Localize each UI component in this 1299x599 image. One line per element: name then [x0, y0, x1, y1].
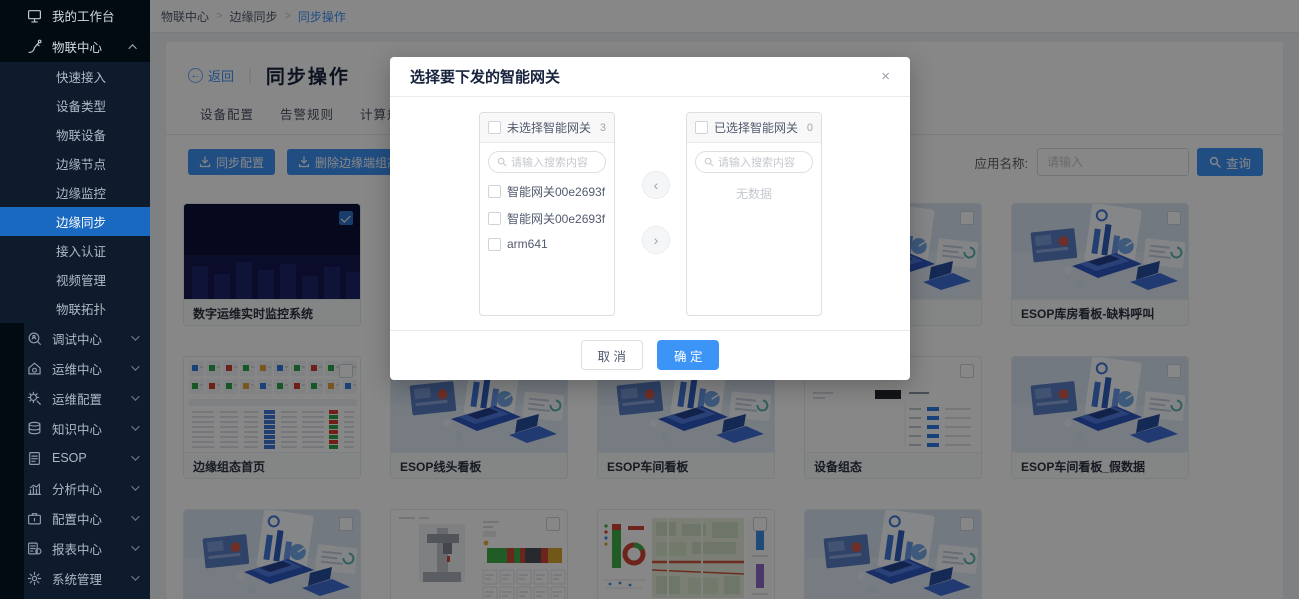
select-all-selected-checkbox[interactable] [695, 121, 708, 134]
panel-header: 已选择智能网关 0 [687, 113, 821, 143]
chevron-down-icon [131, 452, 139, 460]
sidebar-item-物联中心[interactable]: 物联中心 [0, 31, 150, 62]
sidebar-item-我的工作台[interactable]: 我的工作台 [0, 0, 150, 31]
ops-config-icon [27, 391, 42, 406]
sidebar-item-运维中心[interactable]: 运维中心 [0, 353, 150, 383]
gateway-label: 智能网关00e2693f... [507, 210, 606, 227]
sidebar-item-label: 运维中心 [52, 359, 102, 378]
confirm-button[interactable]: 确 定 [657, 340, 719, 370]
sidebar-item-label: 运维配置 [52, 389, 102, 408]
sidebar-item-label: 我的工作台 [52, 6, 115, 25]
sidebar-item-label: 调试中心 [52, 329, 102, 348]
panel-count: 0 [807, 122, 813, 134]
gateway-list: 智能网关00e2693f... 智能网关00e2693f... arm641 [480, 178, 614, 256]
chevron-down-icon [131, 482, 139, 490]
chevron-up-icon [128, 44, 136, 52]
iot-icon [27, 39, 42, 54]
gateway-search-input[interactable]: 请输入搜索内容 [488, 151, 606, 173]
sidebar-item-ESOP[interactable]: ESOP [0, 443, 150, 473]
esop-icon [27, 451, 42, 466]
sidebar-item-报表中心[interactable]: 报表中心 [0, 533, 150, 563]
analysis-icon [27, 481, 42, 496]
gateway-checkbox[interactable] [488, 238, 501, 251]
chevron-down-icon [131, 512, 139, 520]
knowledge-icon [27, 421, 42, 436]
chevron-down-icon [131, 332, 139, 340]
sidebar-item-label: 分析中心 [52, 479, 102, 498]
sidebar-item-label: 系统管理 [52, 569, 102, 588]
search-placeholder: 请输入搜索内容 [718, 154, 795, 170]
chevron-down-icon [131, 572, 139, 580]
sidebar-item-边缘节点[interactable]: 边缘节点 [0, 149, 150, 178]
monitor-icon [27, 8, 42, 23]
chevron-down-icon [131, 392, 139, 400]
close-icon[interactable]: × [881, 69, 890, 84]
sidebar-item-label: 边缘监控 [56, 183, 106, 202]
modal-title: 选择要下发的智能网关 [410, 66, 560, 87]
sidebar-item-接入认证[interactable]: 接入认证 [0, 236, 150, 265]
sidebar-item-label: 报表中心 [52, 539, 102, 558]
cancel-button[interactable]: 取 消 [581, 340, 643, 370]
sidebar-item-分析中心[interactable]: 分析中心 [0, 473, 150, 503]
modal-footer: 取 消 确 定 [390, 330, 910, 379]
sidebar-item-快速接入[interactable]: 快速接入 [0, 62, 150, 91]
sidebar-item-物联设备[interactable]: 物联设备 [0, 120, 150, 149]
sidebar-item-配置中心[interactable]: 配置中心 [0, 503, 150, 533]
debug-icon [27, 331, 42, 346]
modal-body: 未选择智能网关 3 请输入搜索内容 智能网关00e2693f...智能网关00e… [390, 97, 910, 330]
sidebar-item-边缘同步[interactable]: 边缘同步 [0, 207, 150, 236]
sidebar-item-label: ESOP [52, 451, 87, 465]
gateway-checkbox[interactable] [488, 185, 501, 198]
system-icon [27, 571, 42, 586]
sidebar-item-label: 知识中心 [52, 419, 102, 438]
panel-header: 未选择智能网关 3 [480, 113, 614, 143]
sidebar-item-label: 边缘同步 [56, 212, 106, 231]
sidebar-item-label: 物联中心 [52, 37, 102, 56]
selected-gateway-panel: 已选择智能网关 0 请输入搜索内容 无数据 [686, 112, 822, 316]
panel-title: 未选择智能网关 [507, 119, 591, 136]
sidebar-item-label: 物联拓扑 [56, 299, 106, 318]
search-placeholder: 请输入搜索内容 [511, 154, 588, 170]
sidebar: 我的工作台物联中心快速接入设备类型物联设备边缘节点边缘监控边缘同步接入认证视频管… [0, 0, 150, 599]
search-icon [497, 157, 507, 167]
sidebar-item-调试中心[interactable]: 调试中心 [0, 323, 150, 353]
gateway-list-item[interactable]: 智能网关00e2693f... [480, 205, 614, 232]
gateway-list-item[interactable]: 智能网关00e2693f... [480, 178, 614, 205]
report-icon [27, 541, 42, 556]
unselected-gateway-panel: 未选择智能网关 3 请输入搜索内容 智能网关00e2693f...智能网关00e… [479, 112, 615, 316]
chevron-down-icon [131, 542, 139, 550]
gateway-search-input[interactable]: 请输入搜索内容 [695, 151, 813, 173]
sidebar-item-物联拓扑[interactable]: 物联拓扑 [0, 294, 150, 323]
empty-text: 无数据 [687, 185, 821, 202]
gateway-list-item[interactable]: arm641 [480, 232, 614, 256]
sidebar-item-边缘监控[interactable]: 边缘监控 [0, 178, 150, 207]
panel-title: 已选择智能网关 [714, 119, 798, 136]
sidebar-item-label: 物联设备 [56, 125, 106, 144]
sidebar-item-视频管理[interactable]: 视频管理 [0, 265, 150, 294]
search-icon [704, 157, 714, 167]
sidebar-item-系统管理[interactable]: 系统管理 [0, 563, 150, 593]
modal-header: 选择要下发的智能网关 × [390, 57, 910, 97]
chevron-down-icon [131, 362, 139, 370]
gateway-label: arm641 [507, 237, 548, 251]
select-all-unselected-checkbox[interactable] [488, 121, 501, 134]
sidebar-item-label: 边缘节点 [56, 154, 106, 173]
gateway-label: 智能网关00e2693f... [507, 183, 606, 200]
sidebar-item-label: 接入认证 [56, 241, 106, 260]
panel-count: 3 [600, 122, 606, 134]
move-left-button[interactable]: ‹ [642, 171, 670, 199]
sidebar-item-知识中心[interactable]: 知识中心 [0, 413, 150, 443]
move-right-button[interactable]: › [642, 226, 670, 254]
sidebar-item-运维配置[interactable]: 运维配置 [0, 383, 150, 413]
sidebar-item-label: 配置中心 [52, 509, 102, 528]
chevron-down-icon [131, 422, 139, 430]
ops-icon [27, 361, 42, 376]
sidebar-item-label: 设备类型 [56, 96, 106, 115]
sidebar-item-设备类型[interactable]: 设备类型 [0, 91, 150, 120]
gateway-select-modal: 选择要下发的智能网关 × 未选择智能网关 3 请输入搜索内容 智能网关00e26… [390, 57, 910, 380]
gateway-checkbox[interactable] [488, 212, 501, 225]
sidebar-item-label: 视频管理 [56, 270, 106, 289]
config-icon [27, 511, 42, 526]
sidebar-item-label: 快速接入 [56, 67, 106, 86]
